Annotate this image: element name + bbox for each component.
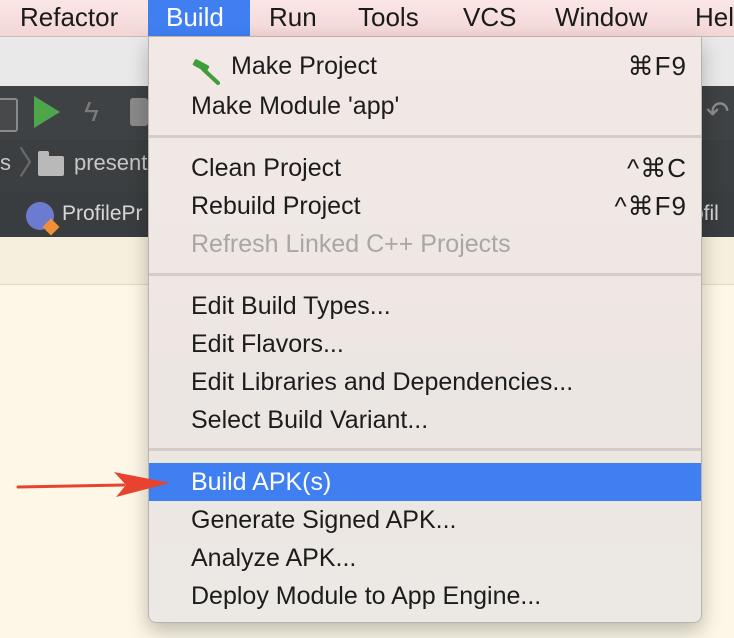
menu-item-make-module[interactable]: Make Module 'app': [149, 87, 701, 125]
breadcrumb-fragment[interactable]: s: [0, 150, 11, 176]
menu-item-generate-signed-apk[interactable]: Generate Signed APK...: [149, 501, 701, 539]
menu-item-label: Deploy Module to App Engine...: [191, 582, 542, 610]
menu-tools[interactable]: Tools: [348, 0, 429, 36]
menu-item-label: Edit Build Types...: [191, 292, 391, 320]
menu-build[interactable]: Build: [148, 0, 250, 36]
menu-item-analyze-apk[interactable]: Analyze APK...: [149, 539, 701, 577]
editor-tab-left[interactable]: ProfilePr: [62, 202, 143, 226]
run-icon[interactable]: [34, 96, 60, 128]
menu-item-edit-build-types[interactable]: Edit Build Types...: [149, 287, 701, 325]
apply-changes-icon[interactable]: ϟ: [84, 96, 99, 128]
menu-item-label: Make Project: [231, 52, 377, 80]
menu-separator: [149, 273, 701, 276]
menu-item-label: Select Build Variant...: [191, 406, 429, 434]
kotlin-file-icon: [26, 202, 54, 230]
menu-item-label: Refresh Linked C++ Projects: [191, 230, 511, 258]
menu-item-label: Build APK(s): [191, 468, 332, 496]
menu-bar: Refactor Build Run Tools VCS Window Hel: [0, 0, 734, 37]
menu-run[interactable]: Run: [259, 0, 327, 36]
menu-item-label: Edit Flavors...: [191, 330, 344, 358]
menu-help[interactable]: Hel: [685, 0, 734, 36]
menu-item-refresh-cpp-projects: Refresh Linked C++ Projects: [149, 225, 701, 263]
menu-item-shortcut: ⌘F9: [627, 51, 687, 81]
menu-item-deploy-app-engine[interactable]: Deploy Module to App Engine...: [149, 577, 701, 615]
menu-item-label: Rebuild Project: [191, 192, 361, 220]
menu-item-shortcut: ^⌘C: [627, 153, 687, 183]
menu-item-shortcut: ^⌘F9: [614, 191, 687, 221]
run-config-dropdown[interactable]: [0, 98, 18, 132]
build-menu-dropdown: Make Project ⌘F9 Make Module 'app' Clean…: [148, 37, 702, 623]
menu-window[interactable]: Window: [545, 0, 657, 36]
breadcrumb-folder[interactable]: present: [74, 150, 147, 176]
menu-vcs[interactable]: VCS: [453, 0, 526, 36]
menu-item-select-build-variant[interactable]: Select Build Variant...: [149, 401, 701, 439]
menu-item-label: Analyze APK...: [191, 544, 357, 572]
menu-refactor[interactable]: Refactor: [10, 0, 128, 36]
menu-item-make-project[interactable]: Make Project ⌘F9: [149, 47, 701, 85]
menu-item-clean-project[interactable]: Clean Project ^⌘C: [149, 149, 701, 187]
menu-separator: [149, 135, 701, 138]
menu-item-label: Edit Libraries and Dependencies...: [191, 368, 574, 396]
hammer-icon: [192, 59, 220, 85]
menu-item-label: Generate Signed APK...: [191, 506, 457, 534]
menu-item-rebuild-project[interactable]: Rebuild Project ^⌘F9: [149, 187, 701, 225]
sync-icon[interactable]: [130, 98, 148, 126]
undo-icon[interactable]: ↶: [706, 96, 729, 128]
menu-item-label: Clean Project: [191, 154, 342, 182]
folder-icon: [38, 151, 64, 176]
screenshot-stage: [~/ ϟ ↶ s 〉 present ProfilePr ofil Refac…: [0, 0, 734, 638]
menu-item-build-apks[interactable]: Build APK(s): [149, 463, 701, 501]
menu-separator: [149, 448, 701, 451]
menu-item-edit-flavors[interactable]: Edit Flavors...: [149, 325, 701, 363]
annotation-arrow-icon: [16, 472, 170, 497]
menu-item-edit-libraries[interactable]: Edit Libraries and Dependencies...: [149, 363, 701, 401]
menu-item-label: Make Module 'app': [191, 92, 400, 120]
